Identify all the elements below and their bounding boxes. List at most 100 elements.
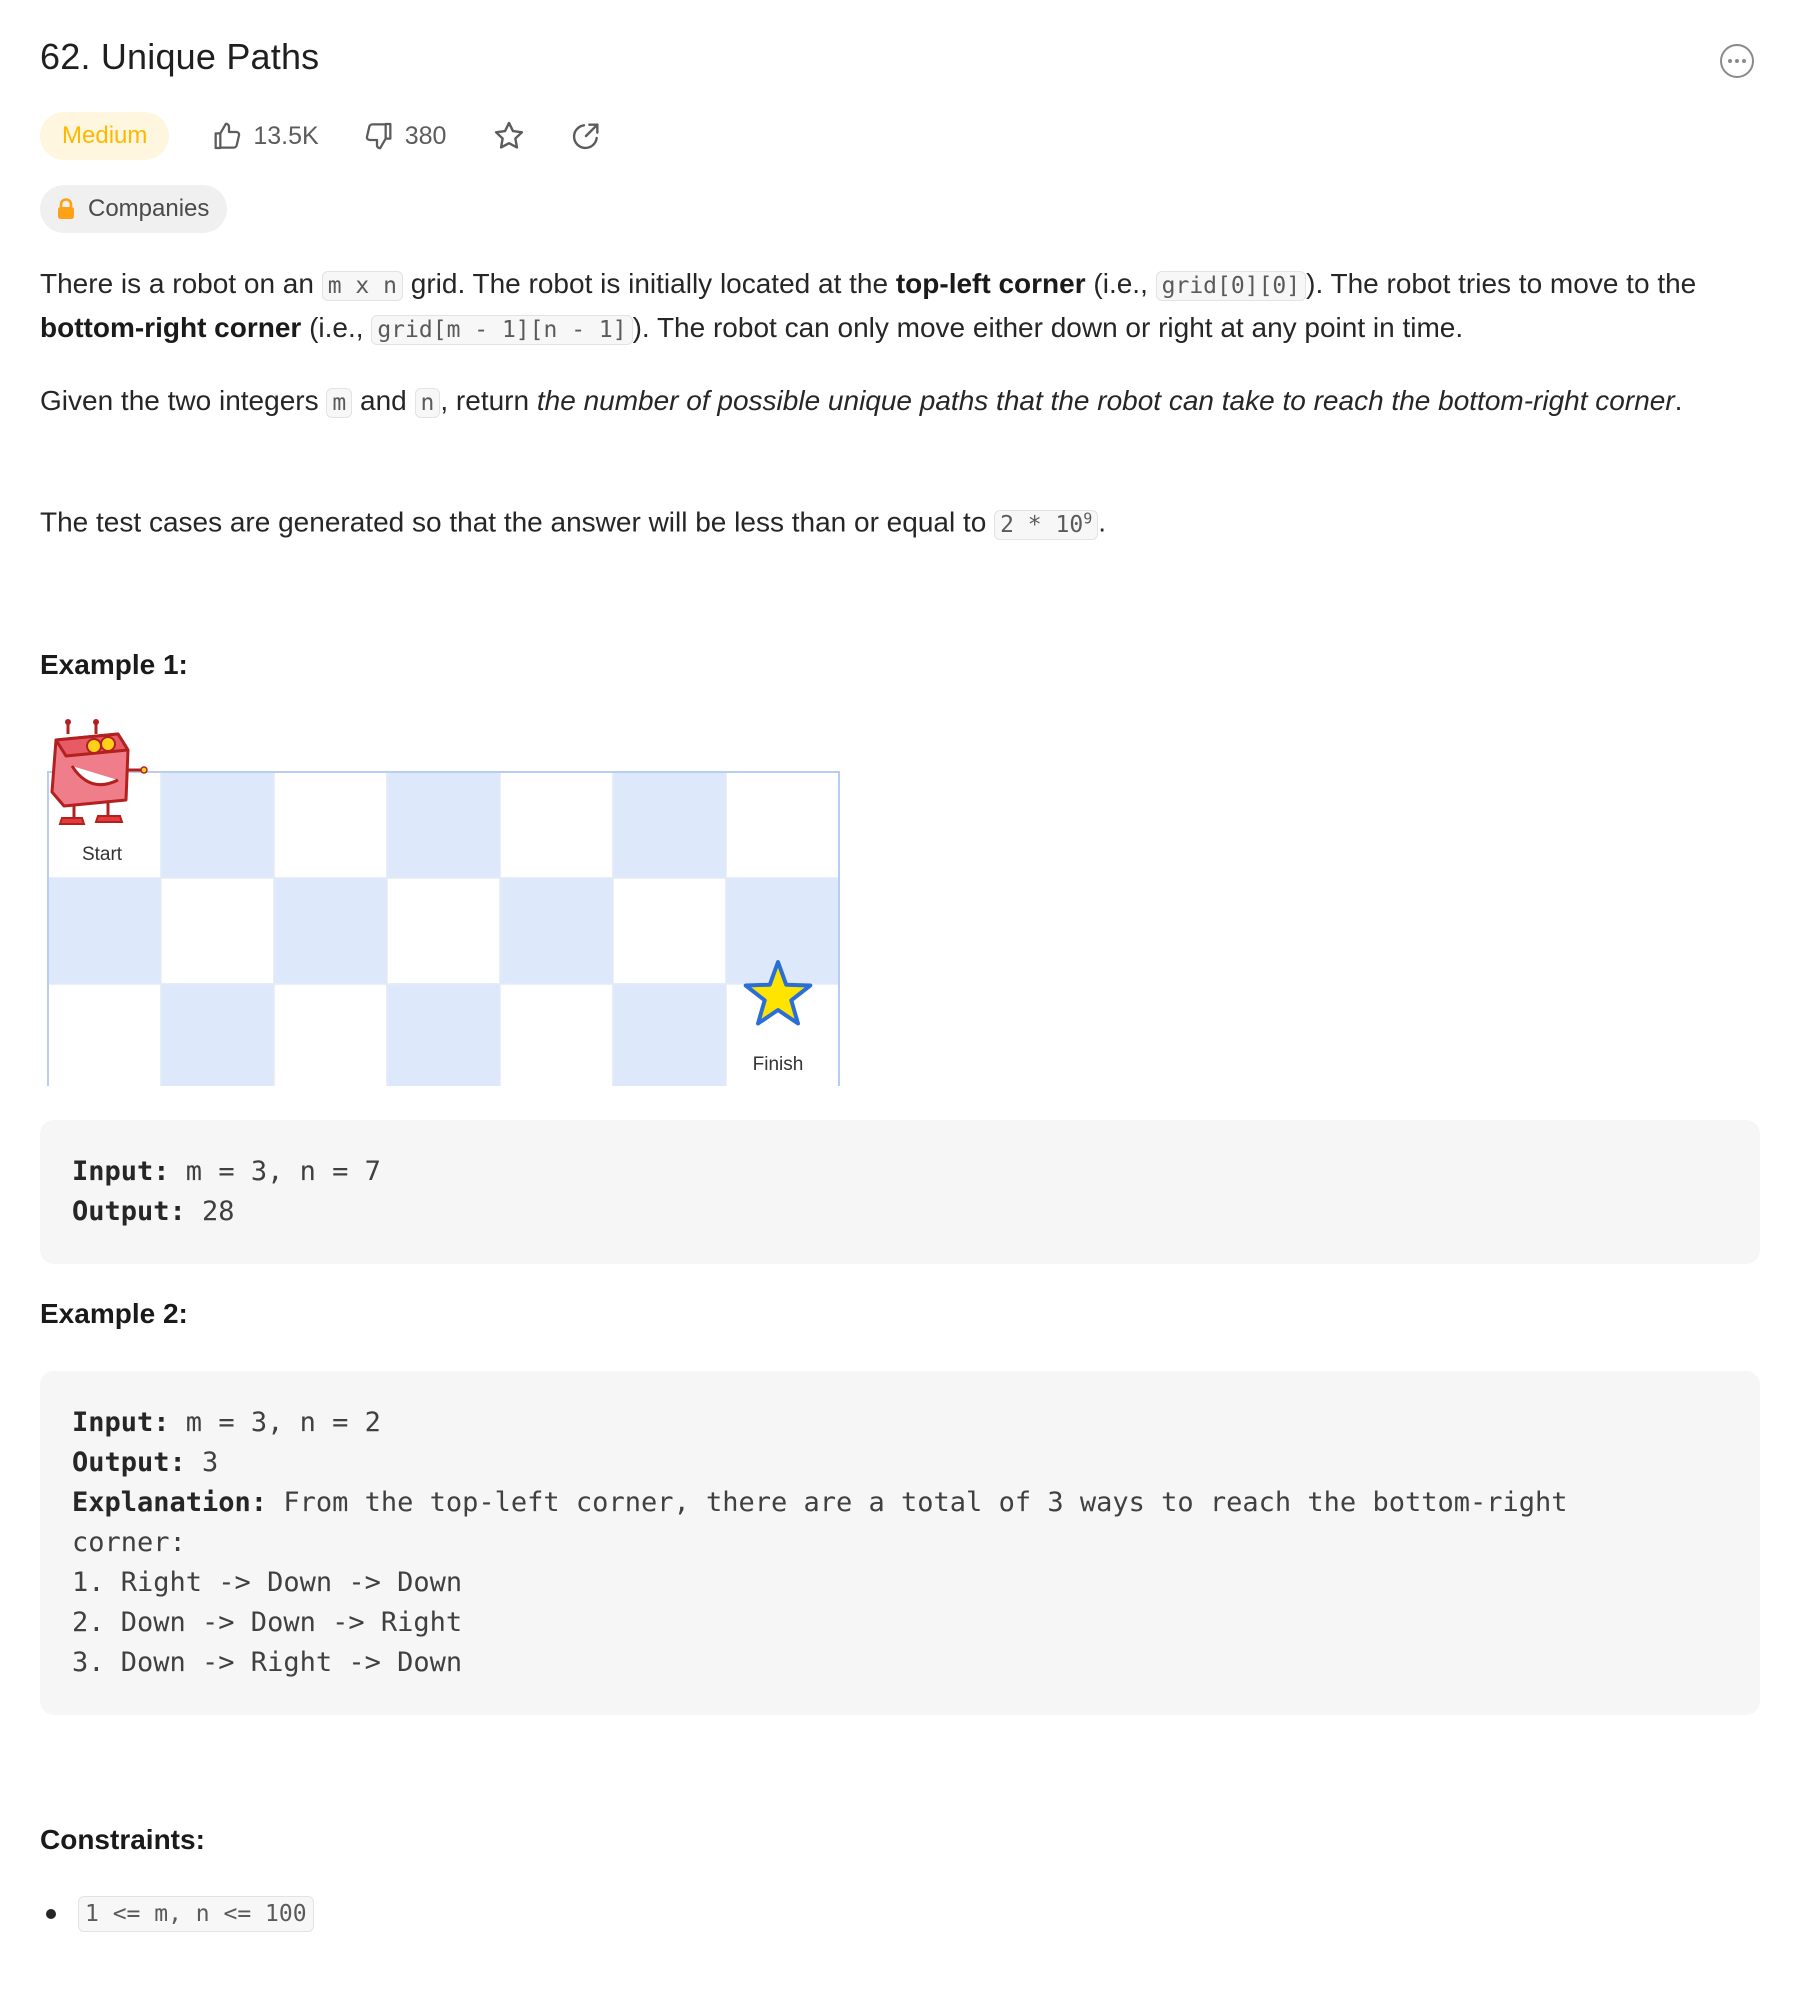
favorite-button[interactable] [492, 119, 526, 153]
code-value: 28 [185, 1196, 235, 1227]
code-line: corner: [72, 1523, 1760, 1563]
text: ). The robot tries to move to the [1306, 268, 1697, 299]
grid-cell [273, 877, 388, 985]
code-value: m = 3, n = 7 [169, 1156, 381, 1187]
grid-cell [612, 771, 727, 879]
difficulty-badge: Medium [40, 112, 170, 160]
companies-label: Companies [88, 195, 210, 222]
description-paragraph-3: The test cases are generated so that the… [40, 497, 1760, 546]
text: ). The robot can only move either down o… [632, 312, 1464, 343]
code-line: 2. Down -> Down -> Right [72, 1603, 1760, 1643]
code-key: Explanation: [72, 1487, 268, 1518]
thumbs-up-icon [211, 120, 243, 152]
bullet-icon [46, 1909, 56, 1919]
superscript: 9 [1083, 509, 1093, 527]
grid-cell [386, 771, 501, 879]
code-value: 2. Down -> Down -> Right [72, 1607, 463, 1638]
example-1-heading: Example 1: [40, 649, 188, 680]
dislikes-count: 380 [404, 121, 447, 150]
code-key: Input: [72, 1156, 170, 1187]
text: , return [440, 385, 537, 416]
grid-cell [386, 983, 501, 1091]
grid-svg: Start Finish [47, 719, 840, 1091]
inline-code: 2 * 109 [994, 509, 1099, 540]
constraint-code: 1 <= m, n <= 100 [78, 1896, 314, 1932]
constraint-item: 1 <= m, n <= 100 [40, 1896, 314, 1932]
code-value: corner: [72, 1527, 186, 1558]
grid-cell [160, 877, 275, 985]
lock-icon [56, 198, 76, 220]
problem-title: 62. Unique Paths [40, 36, 320, 77]
grid-cell [499, 983, 614, 1091]
thumbs-down-icon [363, 120, 395, 152]
grid-cell [47, 877, 162, 985]
finish-label: Finish [753, 1054, 804, 1075]
text: grid. The robot is initially located at … [402, 268, 896, 299]
grid-cell [386, 877, 501, 985]
grid-cell [273, 983, 388, 1091]
code-line: Input: m = 3, n = 7 [72, 1152, 1760, 1192]
code-key: Output: [72, 1447, 186, 1478]
code-line: 3. Down -> Right -> Down [72, 1643, 1760, 1683]
code-value: 3. Down -> Right -> Down [72, 1647, 463, 1678]
inline-code: m [326, 388, 353, 418]
share-button[interactable] [570, 120, 602, 152]
code-key: Input: [72, 1407, 170, 1438]
problem-description-panel: 62. Unique Paths Medium 13.5K 380 Compan… [0, 0, 1796, 1992]
description-paragraph-2: Given the two integers m and n, return t… [40, 380, 1760, 424]
grid-cell [273, 771, 388, 879]
example-2-heading: Example 2: [40, 1298, 188, 1329]
grid-cell [725, 877, 840, 985]
code-text: 2 * 10 [1000, 511, 1084, 538]
grid-cells [47, 771, 840, 1091]
dislike-button[interactable]: 380 [363, 120, 447, 152]
text: and [352, 385, 415, 416]
example-1-lines: Input: m = 3, n = 7 Output: 28 [72, 1152, 1760, 1232]
likes-count: 13.5K [253, 121, 319, 150]
text: (i.e., [301, 312, 372, 343]
code-line: Input: m = 3, n = 2 [72, 1403, 1760, 1443]
more-options-icon[interactable] [1720, 44, 1754, 78]
start-label: Start [82, 844, 123, 865]
grid-cell [499, 771, 614, 879]
example-2-code-block: Input: m = 3, n = 2 Output: 3 Explanation:… [40, 1371, 1760, 1715]
text: . [1674, 385, 1683, 416]
code-value: 1. Right -> Down -> Down [72, 1567, 463, 1598]
code-line: Output: 3 [72, 1443, 1760, 1483]
inline-code: n [414, 388, 441, 418]
grid-cell [499, 877, 614, 985]
code-key: Output: [72, 1196, 186, 1227]
code-value: From the top-left corner, there are a to… [267, 1487, 1568, 1518]
companies-tag[interactable]: Companies [40, 185, 228, 233]
example-2-lines: Input: m = 3, n = 2 Output: 3 Explanation:… [72, 1403, 1760, 1683]
inline-code: grid[0][0] [1155, 271, 1307, 301]
inline-code: grid[m - 1][n - 1] [371, 315, 633, 345]
description-paragraph-1: There is a robot on an m x n grid. The r… [40, 263, 1760, 351]
grid-cell [47, 983, 162, 1091]
problem-meta-bar: Medium 13.5K 380 [40, 112, 602, 160]
text: . [1098, 506, 1107, 538]
text: The test cases are generated so that the… [40, 506, 995, 538]
grid-cell [612, 983, 727, 1091]
inline-code: m x n [321, 271, 403, 301]
bold-text: top-left corner [895, 268, 1086, 299]
like-button[interactable]: 13.5K [211, 120, 319, 152]
grid-cell [725, 771, 840, 879]
code-line: 1. Right -> Down -> Down [72, 1563, 1760, 1603]
example-1-grid-figure: Start Finish [40, 718, 840, 1091]
grid-cell [160, 771, 275, 879]
example-1-code-block: Input: m = 3, n = 7 Output: 28 [40, 1120, 1760, 1264]
text: There is a robot on an [40, 268, 322, 299]
code-line: Explanation: From the top-left corner, t… [72, 1483, 1760, 1523]
star-icon [492, 119, 526, 153]
constraints-heading: Constraints: [40, 1824, 205, 1855]
code-value: 3 [185, 1447, 219, 1478]
italic-text: the number of possible unique paths that… [536, 385, 1675, 416]
share-icon [570, 120, 602, 152]
code-value: m = 3, n = 2 [169, 1407, 381, 1438]
bold-text: bottom-right corner [40, 312, 302, 343]
text: Given the two integers [40, 385, 327, 416]
grid-cell [160, 983, 275, 1091]
code-line: Output: 28 [72, 1192, 1760, 1232]
grid-cell [612, 877, 727, 985]
